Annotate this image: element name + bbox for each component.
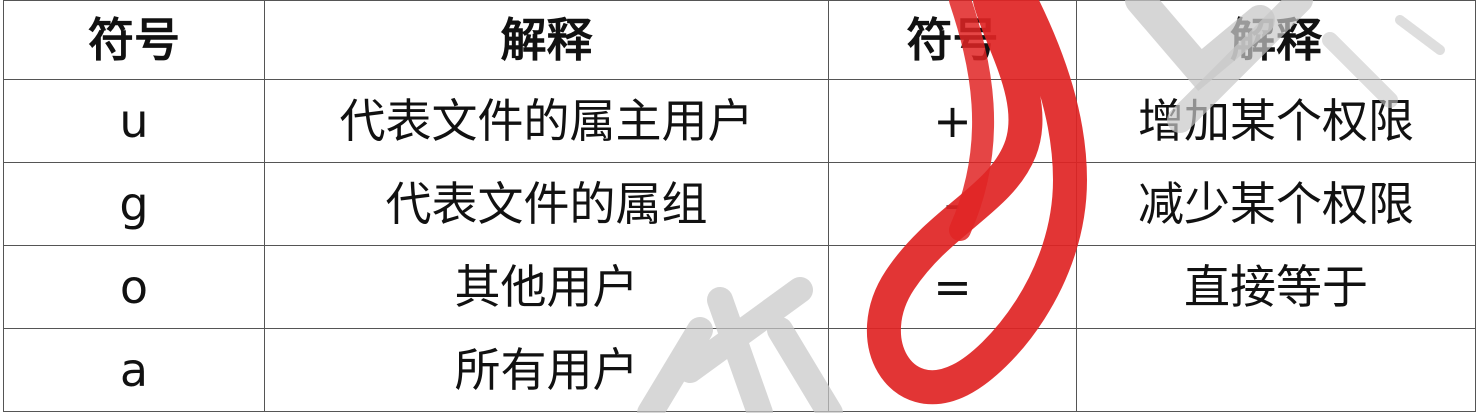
- cell-operator: +: [828, 79, 1077, 163]
- header-symbol-1: 符号: [3, 0, 265, 80]
- cell-symbol: a: [3, 328, 265, 412]
- header-explanation-1: 解释: [264, 0, 829, 80]
- table-row: g 代表文件的属组 - 减少某个权限: [3, 162, 1476, 246]
- cell-operator-explanation: 直接等于: [1076, 245, 1476, 329]
- permission-symbol-table: 符号 解释 符号 解释 u 代表文件的属主用户 + 增加某个权限 g 代表文件的…: [3, 0, 1476, 412]
- cell-operator-explanation: 减少某个权限: [1076, 162, 1476, 246]
- cell-explanation: 代表文件的属主用户: [264, 79, 829, 163]
- header-row: 符号 解释 符号 解释: [3, 0, 1476, 80]
- cell-operator: -: [828, 162, 1077, 246]
- cell-explanation: 所有用户: [264, 328, 829, 412]
- cell-operator: =: [828, 245, 1077, 329]
- header-symbol-2: 符号: [828, 0, 1077, 80]
- cell-symbol: g: [3, 162, 265, 246]
- cell-operator: [828, 328, 1077, 412]
- header-explanation-2: 解释: [1076, 0, 1476, 80]
- table-row: u 代表文件的属主用户 + 增加某个权限: [3, 79, 1476, 163]
- cell-explanation: 其他用户: [264, 245, 829, 329]
- table-row: o 其他用户 = 直接等于: [3, 245, 1476, 329]
- cell-symbol: o: [3, 245, 265, 329]
- cell-symbol: u: [3, 79, 265, 163]
- cell-operator-explanation: 增加某个权限: [1076, 79, 1476, 163]
- cell-operator-explanation: [1076, 328, 1476, 412]
- table-row: a 所有用户: [3, 328, 1476, 412]
- cell-explanation: 代表文件的属组: [264, 162, 829, 246]
